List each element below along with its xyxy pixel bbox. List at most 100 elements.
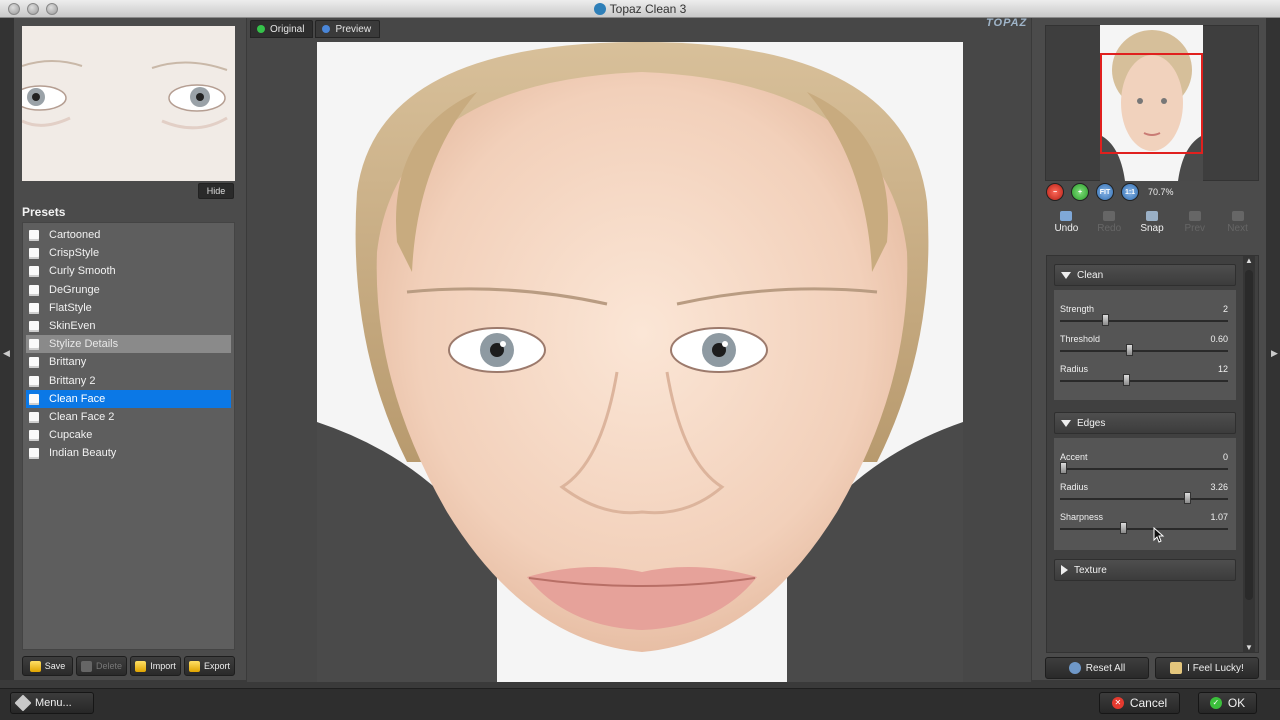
presets-list[interactable]: Cartooned CrispStyle Curly Smooth DeGrunge F… (22, 222, 235, 650)
cancel-label: Cancel (1129, 696, 1168, 710)
window-title: Topaz Clean 3 (0, 2, 1280, 16)
next-icon (1231, 211, 1244, 221)
topaz-app-icon (593, 3, 606, 15)
delete-preset-button[interactable]: Delete (76, 656, 127, 676)
preset-item[interactable]: Cupcake (23, 426, 234, 444)
hide-preview-button[interactable]: Hide (198, 183, 234, 199)
prev-label: Prev (1184, 223, 1206, 234)
section-texture-header[interactable]: Texture (1054, 559, 1236, 581)
preset-label: Indian Beauty (49, 447, 117, 460)
preset-document-icon (29, 339, 39, 351)
slider-track[interactable] (1060, 528, 1228, 530)
zoom-fit-button[interactable]: FIT (1096, 183, 1114, 201)
preset-item[interactable]: Brittany (23, 353, 234, 371)
slider-value[interactable]: 12 (1218, 364, 1228, 374)
main-photo[interactable] (317, 42, 963, 682)
save-preset-button[interactable]: Save (22, 656, 73, 676)
preset-item[interactable]: Curly Smooth (23, 262, 234, 280)
slider-handle[interactable] (1120, 522, 1127, 534)
slider-track[interactable] (1060, 350, 1228, 352)
prev-icon (1188, 211, 1201, 221)
menu-button[interactable]: Menu... (10, 692, 94, 714)
slider-label: Sharpness (1060, 512, 1104, 522)
expanded-triangle-icon (1061, 271, 1071, 279)
slider-label: Accent (1060, 452, 1088, 462)
preset-label: Curly Smooth (49, 265, 116, 278)
zoom-out-button[interactable]: − (1046, 183, 1064, 201)
wrench-icon (14, 694, 32, 712)
tab-original[interactable]: Original (250, 20, 314, 38)
slider-track[interactable] (1060, 468, 1228, 470)
tab-original-label: Original (270, 23, 305, 35)
slider-label: Threshold (1060, 334, 1101, 344)
preset-item[interactable]: Indian Beauty (23, 444, 234, 462)
next-button[interactable]: Next (1216, 204, 1259, 242)
preset-item[interactable]: CrispStyle (23, 244, 234, 262)
export-preset-button[interactable]: Export (184, 656, 235, 676)
slider-handle[interactable] (1102, 314, 1109, 326)
right-collapse-strip[interactable]: ▶ (1266, 18, 1280, 680)
import-preset-label: Import (150, 661, 176, 671)
slider-handle[interactable] (1123, 374, 1130, 386)
preset-item[interactable]: DeGrunge (23, 281, 234, 299)
slider-handle[interactable] (1184, 492, 1191, 504)
preset-item[interactable]: SkinEven (23, 317, 234, 335)
snap-button[interactable]: Snap (1131, 204, 1174, 242)
preset-item[interactable]: Brittany 2 (23, 372, 234, 390)
section-clean-header[interactable]: Clean (1054, 264, 1236, 286)
slider-value[interactable]: 2 (1223, 304, 1228, 314)
slider-track[interactable] (1060, 320, 1228, 322)
snap-label: Snap (1140, 223, 1164, 234)
reset-all-button[interactable]: Reset All (1045, 657, 1149, 679)
preset-item[interactable]: Clean Face (26, 389, 231, 408)
section-edges-body: Accent 0 Radius 3.26 Sharpness 1.07 (1054, 438, 1236, 550)
feel-lucky-button[interactable]: I Feel Lucky! (1155, 657, 1259, 679)
mouse-cursor-icon (1153, 527, 1165, 543)
cancel-icon: ✕ (1111, 697, 1124, 709)
slider-track[interactable] (1060, 498, 1228, 500)
reset-buttons: Reset All I Feel Lucky! (1045, 657, 1259, 679)
feel-lucky-label: I Feel Lucky! (1187, 662, 1244, 674)
preset-document-icon (29, 230, 39, 241)
slider-value[interactable]: 0 (1223, 452, 1228, 462)
preset-item[interactable]: FlatStyle (23, 299, 234, 317)
preset-item[interactable]: Clean Face 2 (23, 408, 234, 426)
ok-button[interactable]: ✓ OK (1198, 692, 1257, 714)
preset-item[interactable]: Cartooned (23, 226, 234, 244)
zoom-in-button[interactable]: + (1071, 183, 1089, 201)
cancel-button[interactable]: ✕ Cancel (1099, 692, 1180, 714)
detail-preview[interactable] (22, 26, 235, 181)
navigator-thumbnail[interactable] (1100, 25, 1203, 181)
slider-handle[interactable] (1060, 462, 1067, 474)
import-preset-button[interactable]: Import (130, 656, 181, 676)
slider-value[interactable]: 3.26 (1210, 482, 1228, 492)
slider-handle[interactable] (1126, 344, 1133, 356)
redo-button[interactable]: Redo (1088, 204, 1131, 242)
view-tabs: Original Preview (250, 20, 381, 38)
preset-label: Clean Face 2 (49, 410, 115, 423)
tab-preview[interactable]: Preview (315, 20, 381, 38)
preset-label: Cartooned (49, 229, 101, 241)
preset-buttons: Save Delete Import Export (22, 656, 235, 678)
snap-icon (1145, 211, 1158, 221)
left-collapse-strip[interactable]: ◀ (0, 18, 14, 680)
scroll-down-icon[interactable]: ▼ (1245, 643, 1253, 652)
section-edges-header[interactable]: Edges (1054, 412, 1236, 434)
slider-track[interactable] (1060, 380, 1228, 382)
preset-document-icon (29, 411, 39, 423)
preset-document-icon (29, 284, 39, 296)
scroll-thumb[interactable] (1245, 270, 1253, 600)
undo-button[interactable]: Undo (1045, 204, 1088, 242)
slider-value[interactable]: 0.60 (1210, 334, 1228, 344)
tab-preview-label: Preview (335, 23, 372, 35)
slider-value[interactable]: 1.07 (1210, 512, 1228, 522)
settings-scrollbar[interactable]: ▲ ▼ (1243, 256, 1255, 652)
preset-label: Brittany (49, 356, 87, 369)
collapsed-triangle-icon (1061, 565, 1068, 575)
preset-item[interactable]: Stylize Details (26, 335, 231, 354)
slider-sharpness: Sharpness 1.07 (1060, 512, 1230, 542)
scroll-up-icon[interactable]: ▲ (1245, 256, 1253, 265)
title-bar: Topaz Clean 3 (0, 0, 1280, 18)
zoom-100-button[interactable]: 1:1 (1121, 183, 1139, 201)
prev-button[interactable]: Prev (1173, 204, 1216, 242)
